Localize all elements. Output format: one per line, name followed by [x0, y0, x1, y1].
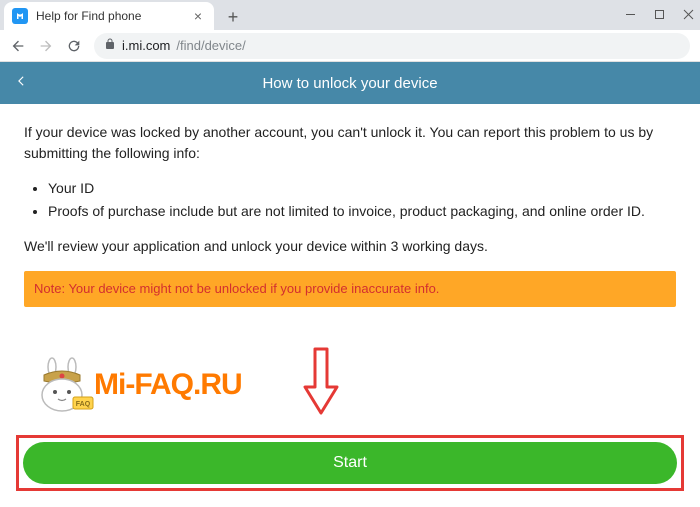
url-host: i.mi.com — [122, 38, 170, 53]
mifaq-text: Mi-FAQ.RU — [94, 362, 242, 407]
bunny-icon: FAQ — [34, 357, 94, 412]
nav-forward-icon — [38, 38, 54, 54]
content-area: If your device was locked by another acc… — [0, 104, 700, 423]
list-item: Proofs of purchase include but are not l… — [48, 201, 676, 222]
review-text: We'll review your application and unlock… — [24, 236, 676, 257]
toolbar: i.mi.com/find/device/ — [0, 30, 700, 61]
reload-icon[interactable] — [66, 38, 82, 54]
browser-tab[interactable]: Help for Find phone × — [4, 2, 214, 30]
start-highlight: Start — [16, 435, 684, 491]
requirements-list: Your ID Proofs of purchase include but a… — [30, 178, 676, 222]
annotation-arrow-icon — [302, 347, 340, 423]
page-title: How to unlock your device — [262, 75, 437, 92]
lock-icon — [104, 38, 116, 53]
url-path: /find/device/ — [176, 38, 245, 53]
intro-text: If your device was locked by another acc… — [24, 122, 676, 164]
minimize-icon[interactable] — [625, 8, 636, 23]
header-back-icon[interactable] — [14, 74, 28, 92]
list-item: Your ID — [48, 178, 676, 199]
tab-title: Help for Find phone — [36, 9, 190, 23]
browser-chrome: Help for Find phone × + — [0, 0, 700, 62]
nav-back-icon[interactable] — [10, 38, 26, 54]
mi-favicon-icon — [12, 8, 28, 24]
svg-text:FAQ: FAQ — [76, 401, 91, 408]
tab-close-icon[interactable]: × — [190, 8, 206, 24]
start-button[interactable]: Start — [23, 442, 677, 484]
mifaq-logo: FAQ Mi-FAQ.RU — [34, 357, 242, 412]
window-controls — [625, 0, 700, 30]
page-header: How to unlock your device — [0, 62, 700, 104]
maximize-icon[interactable] — [654, 8, 665, 23]
new-tab-button[interactable]: + — [220, 4, 246, 30]
address-bar[interactable]: i.mi.com/find/device/ — [94, 33, 690, 59]
watermark: FAQ Mi-FAQ.RU — [24, 347, 676, 423]
tab-strip: Help for Find phone × + — [0, 0, 700, 30]
close-window-icon[interactable] — [683, 8, 694, 23]
warning-banner: Note: Your device might not be unlocked … — [24, 271, 676, 307]
